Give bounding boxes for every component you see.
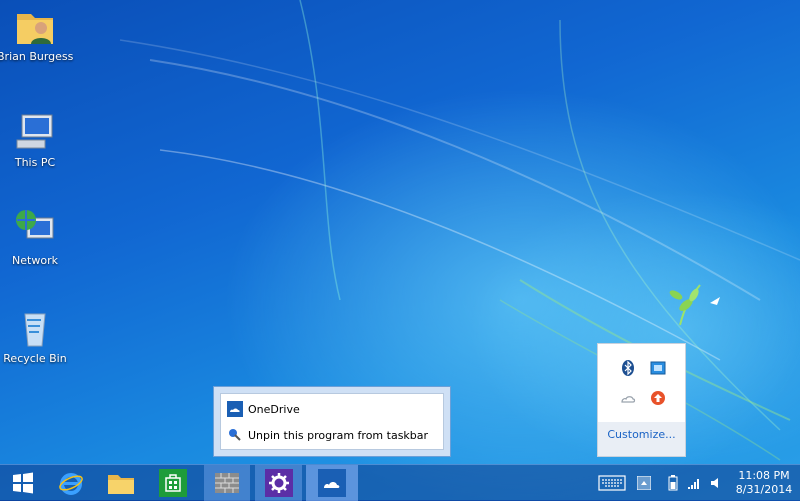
start-button[interactable] xyxy=(0,465,46,501)
wallpaper-plant-logo xyxy=(669,284,720,326)
taskbar-wall-app[interactable] xyxy=(204,465,250,501)
desktop-icon-network[interactable]: Network xyxy=(0,208,73,267)
start-windows-icon xyxy=(13,472,33,494)
battery-icon xyxy=(668,475,678,491)
keyboard-icon xyxy=(598,475,626,491)
jump-list-panel: OneDrive Unpin this program from taskbar xyxy=(220,393,444,450)
unpin-icon xyxy=(229,429,241,441)
jump-list-item-label: Unpin this program from taskbar xyxy=(248,428,429,442)
taskbar-onedrive[interactable] xyxy=(306,465,358,501)
desktop-icon-label: Network xyxy=(12,254,58,267)
desktop-icon-recycle-bin[interactable]: Recycle Bin xyxy=(0,306,73,365)
onedrive-cloud-icon xyxy=(227,401,243,417)
desktop-icon-this-pc[interactable]: This PC xyxy=(0,110,73,169)
desktop-icon-brian-burgess[interactable]: Brian Burgess xyxy=(0,4,73,63)
taskbar-internet-explorer[interactable] xyxy=(48,465,94,501)
taskbar-clock[interactable]: 11:08 PM 8/31/2014 xyxy=(734,469,794,497)
touch-keyboard-button[interactable] xyxy=(596,465,628,501)
jump-list-item-unpin[interactable]: Unpin this program from taskbar xyxy=(227,425,428,445)
show-hidden-icons-button[interactable] xyxy=(634,465,654,501)
cloud-icon[interactable] xyxy=(620,390,636,406)
bluetooth-icon[interactable] xyxy=(620,360,636,376)
update-arrow-icon[interactable] xyxy=(650,390,666,406)
desktop-icon-label: Brian Burgess xyxy=(0,50,74,63)
chevron-up-icon xyxy=(637,476,651,490)
jump-list-item-label: OneDrive xyxy=(248,402,300,416)
computer-icon xyxy=(16,114,53,149)
network-globe-icon xyxy=(16,210,54,239)
settings-gear-icon xyxy=(264,469,293,497)
overflow-icons-area xyxy=(598,344,685,422)
recycle-bin-icon xyxy=(24,313,46,347)
taskbar-store[interactable] xyxy=(153,465,193,501)
wall-app-icon xyxy=(215,473,239,493)
user-folder-icon xyxy=(17,14,53,44)
clock-date: 8/31/2014 xyxy=(735,483,793,496)
desktop-icon-label: This PC xyxy=(14,156,56,169)
network-adapter-icon[interactable] xyxy=(650,360,666,376)
customize-link[interactable]: Customize... xyxy=(598,428,685,441)
taskbar-file-explorer[interactable] xyxy=(98,465,144,501)
jump-list-item-onedrive[interactable]: OneDrive xyxy=(227,399,300,419)
internet-explorer-icon xyxy=(59,473,83,495)
speaker-icon xyxy=(711,478,718,488)
battery-tray-icon[interactable] xyxy=(664,465,682,501)
notification-overflow-panel: Customize... xyxy=(597,343,686,457)
volume-tray-icon[interactable] xyxy=(706,465,726,501)
taskbar: 11:08 PM 8/31/2014 xyxy=(0,464,800,501)
taskbar-jump-list: OneDrive Unpin this program from taskbar xyxy=(213,386,451,457)
file-explorer-icon xyxy=(108,475,134,494)
network-tray-icon[interactable] xyxy=(684,465,704,501)
desktop-icon-label: Recycle Bin xyxy=(3,352,67,365)
taskbar-settings[interactable] xyxy=(255,465,302,501)
clock-time: 11:08 PM xyxy=(738,469,790,482)
signal-bars-icon xyxy=(688,479,699,489)
onedrive-icon xyxy=(318,469,346,497)
store-icon xyxy=(159,469,187,497)
